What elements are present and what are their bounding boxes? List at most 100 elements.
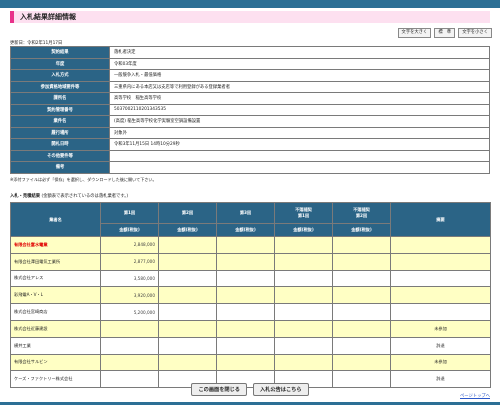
info-value: 対象外	[109, 126, 490, 139]
bid-amount: 3,920,000	[100, 286, 159, 305]
info-row: 開札日時 令和3年11月15日 14時10分29秒	[10, 138, 490, 151]
info-label: 備考	[10, 161, 110, 174]
info-row: その他要件等	[10, 149, 490, 162]
result-row: 株式会社宮崎商店 5,200,000	[10, 303, 491, 321]
result-row: 有限会社サルビン 未参加	[10, 353, 491, 372]
info-label: 契約結果	[10, 46, 110, 59]
empty-cell	[274, 319, 333, 338]
info-value: (高度) 稲生高等学校化学実験室空調設備設置	[109, 115, 490, 128]
bid-remarks	[390, 269, 491, 288]
info-value: 三重県内にある本店又は支店等で利用登録がある登録業者者	[109, 80, 490, 93]
empty-cell	[158, 269, 217, 288]
bidder-name: 彩飛電A・V・L	[10, 286, 101, 305]
empty-cell	[332, 269, 391, 288]
header-amount: 金額(税抜)	[332, 223, 391, 237]
empty-cell	[332, 236, 391, 254]
empty-cell	[274, 336, 333, 355]
bid-remarks	[390, 252, 491, 271]
info-label: 年度	[10, 57, 110, 70]
header-name: 業者名	[10, 202, 101, 237]
bidder-name: 有限会社富水電業	[10, 236, 101, 254]
empty-cell	[216, 319, 275, 338]
close-window-button[interactable]: この画面を閉じる	[191, 383, 247, 396]
empty-cell	[158, 319, 217, 338]
header-amount: 金額(税抜)	[274, 223, 333, 237]
empty-cell	[216, 336, 275, 355]
info-label: その他要件等	[10, 149, 110, 162]
bidder-name: 株式会社宮崎商店	[10, 303, 101, 321]
empty-cell	[216, 269, 275, 288]
results-section-title: 入札・見積結果	[10, 194, 41, 199]
result-row: 有限会社富水電業 2,848,000	[10, 236, 491, 254]
info-label: 参加資格地域要件等	[10, 80, 110, 93]
bid-remarks: 未参加	[390, 353, 491, 372]
header-low1: 不落随契 第1回	[274, 202, 333, 224]
info-row: 履行場所 対象外	[10, 126, 490, 139]
empty-cell	[332, 303, 391, 321]
result-row: 彩飛電A・V・L 3,920,000	[10, 286, 491, 305]
bid-amount	[100, 319, 159, 338]
header-round3: 第3回	[216, 202, 275, 224]
empty-cell	[158, 286, 217, 305]
page-top-link[interactable]: ページトップへ	[460, 393, 490, 399]
bid-remarks: 辞退	[390, 336, 491, 355]
info-table: 契約結果 落札者決定 年度 令和03年度 入札方式 一般競争入札・最低価格 参加資格地域要件…	[10, 46, 490, 174]
page-title-bar: 入札結果詳細情報	[10, 11, 490, 23]
header-low2: 不落随契 第2回	[332, 202, 391, 224]
text-larger-button[interactable]: 文字を大きく	[397, 28, 432, 38]
bidder-name: 有限会社サルビン	[10, 353, 101, 372]
top-bar	[0, 0, 500, 8]
empty-cell	[274, 236, 333, 254]
bid-amount: 2,848,000	[100, 236, 159, 254]
bid-amount	[100, 353, 159, 372]
info-value: 落札者決定	[109, 46, 490, 59]
bid-amount: 2,877,000	[100, 252, 159, 271]
info-label: 課所名	[10, 92, 110, 105]
header-amount: 金額(税抜)	[100, 223, 159, 237]
info-value: 高等学校 稲生高等学校	[109, 92, 490, 105]
result-row: 株式会社近藤建設 未参加	[10, 319, 491, 338]
bidder-name: 株式会社アレス	[10, 269, 101, 288]
results-section-note: (金額表で表示されているのは落札業者です。)	[41, 194, 129, 199]
info-row: 参加資格地域要件等 三重県内にある本店又は支店等で利用登録がある登録業者者	[10, 80, 490, 93]
text-smaller-button[interactable]: 文字を小さく	[458, 28, 492, 38]
bid-amount: 5,200,000	[100, 303, 159, 321]
empty-cell	[332, 336, 391, 355]
bid-notice-button[interactable]: 入札公告はこちら	[253, 383, 309, 396]
bidder-name: 株式会社近藤建設	[10, 319, 101, 338]
info-value: 5037002110201343535	[109, 103, 490, 116]
empty-cell	[332, 353, 391, 372]
empty-cell	[158, 303, 217, 321]
empty-cell	[274, 353, 333, 372]
empty-cell	[216, 286, 275, 305]
info-row: 契約管理番号 5037002110201343535	[10, 103, 490, 116]
result-row: 横井工業 辞退	[10, 336, 491, 355]
bid-remarks	[390, 303, 491, 321]
info-row: 備考	[10, 161, 490, 174]
results-table: 業者名 第1回 第2回 第3回 不落随契 第1回 不落随契 第2回 摘要 金額(税抜…	[10, 202, 491, 389]
empty-cell	[274, 252, 333, 271]
empty-cell	[216, 353, 275, 372]
bid-remarks	[390, 286, 491, 305]
empty-cell	[274, 286, 333, 305]
empty-cell	[158, 236, 217, 254]
empty-cell	[332, 319, 391, 338]
header-remarks: 摘要	[390, 202, 491, 237]
header-round1: 第1回	[100, 202, 159, 224]
bidder-name: 横井工業	[10, 336, 101, 355]
empty-cell	[216, 252, 275, 271]
header-round2: 第2回	[158, 202, 217, 224]
bidder-name: 有限会社澤田電気工業所	[10, 252, 101, 271]
empty-cell	[332, 286, 391, 305]
text-standard-button[interactable]: 標 準	[434, 28, 456, 38]
info-value	[109, 161, 490, 174]
bid-remarks	[390, 236, 491, 254]
info-row: 年度 令和03年度	[10, 57, 490, 70]
info-row: 課所名 高等学校 稲生高等学校	[10, 92, 490, 105]
bid-amount: 3,580,000	[100, 269, 159, 288]
results-section-heading: 入札・見積結果 (金額表で表示されているのは落札業者です。)	[10, 193, 128, 199]
result-row: 有限会社澤田電気工業所 2,877,000	[10, 252, 491, 271]
empty-cell	[158, 353, 217, 372]
header-amount: 金額(税抜)	[158, 223, 217, 237]
info-row: 入札方式 一般競争入札・最低価格	[10, 69, 490, 82]
